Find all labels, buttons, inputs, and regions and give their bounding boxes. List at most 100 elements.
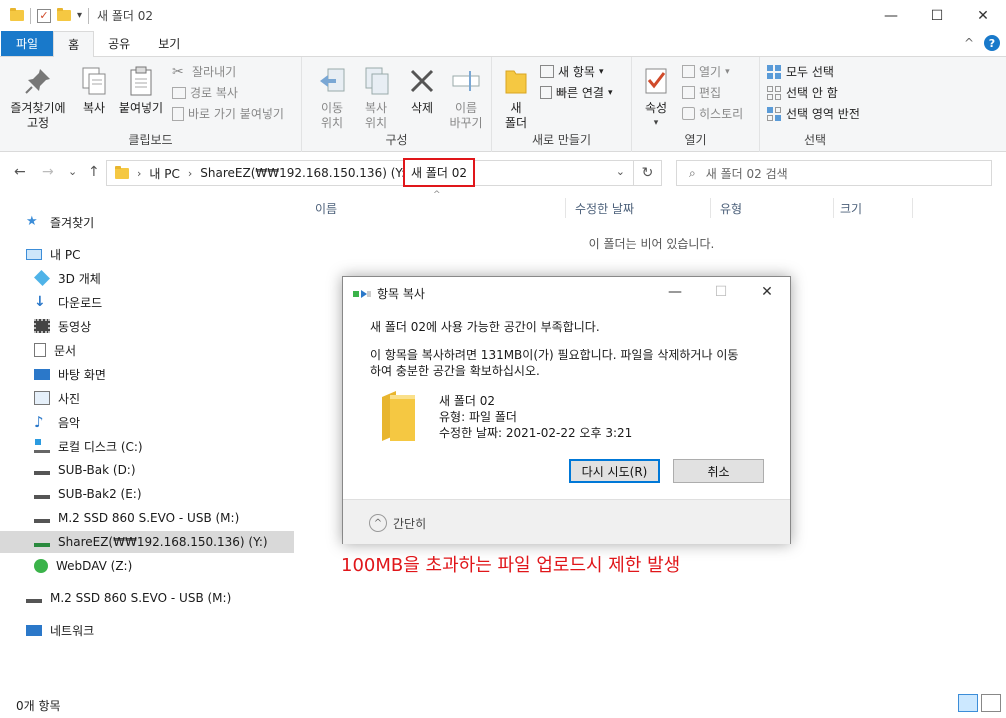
move-to-button[interactable]: 이동 위치 (312, 65, 352, 131)
sidebar-item-favorites[interactable]: ★ 즐겨찾기 (26, 211, 94, 233)
ribbon-collapse-icon[interactable]: ^ (964, 36, 974, 50)
column-divider[interactable] (565, 198, 566, 218)
clipboard-group: 즐겨찾기에 고정 복사 붙여넣기 ✂ 잘라내기 경로 복사 바로 가기 붙여넣기… (0, 57, 302, 152)
dialog-title-bar: 항목 복사 (353, 285, 425, 302)
open-button[interactable]: 열기 ▾ (682, 63, 730, 80)
sidebar-item-usb-m-root[interactable]: M.2 SSD 860 S.EVO - USB (M:) (26, 587, 231, 609)
sidebar-item-desktop[interactable]: 바탕 화면 (34, 363, 106, 385)
address-dropdown-icon[interactable]: ⌄ (616, 165, 625, 178)
dropdown-icon: ▾ (653, 118, 659, 128)
dialog-close-button[interactable]: ✕ (744, 277, 790, 307)
minimize-button[interactable]: — (868, 0, 914, 31)
tab-file[interactable]: 파일 (1, 31, 54, 56)
select-all-button[interactable]: 모두 선택 (766, 63, 834, 80)
cancel-button[interactable]: 취소 (673, 459, 764, 483)
properties-button[interactable]: 속성 ▾ (638, 65, 674, 131)
paste-button[interactable]: 붙여넣기 (116, 65, 166, 116)
window-title: 새 폴더 02 (97, 9, 154, 23)
invert-selection-label: 선택 영역 반전 (786, 107, 860, 121)
drive-icon (34, 489, 50, 499)
details-view-button[interactable] (958, 694, 978, 712)
edit-button[interactable]: 편집 (682, 84, 721, 101)
new-item-button[interactable]: 새 항목 ▾ (540, 63, 603, 80)
cut-button[interactable]: ✂ 잘라내기 (172, 63, 236, 80)
qat-dropdown-icon[interactable]: ▾ (77, 10, 82, 21)
sidebar-item-usb-m[interactable]: M.2 SSD 860 S.EVO - USB (M:) (34, 507, 239, 529)
help-icon[interactable]: ? (984, 35, 1000, 51)
sidebar-item-my-pc[interactable]: 내 PC (26, 243, 80, 265)
large-icons-view-button[interactable] (981, 694, 1001, 712)
tab-share[interactable]: 공유 (94, 31, 144, 56)
sidebar-item-webdav-z[interactable]: WebDAV (Z:) (34, 555, 132, 577)
document-icon (34, 343, 46, 357)
new-folder-button[interactable]: 새 폴더 (500, 65, 532, 131)
sidebar-item-3d-objects[interactable]: 3D 개체 (34, 267, 101, 289)
paste-shortcut-button[interactable]: 바로 가기 붙여넣기 (172, 105, 284, 122)
sidebar-item-label: 3D 개체 (58, 271, 101, 286)
sidebar-item-downloads[interactable]: ↓ 다운로드 (34, 291, 102, 313)
properties-icon[interactable]: ✓ (37, 8, 51, 23)
clipboard-group-label: 클립보드 (128, 133, 173, 147)
column-header-name[interactable]: 이름 (315, 198, 337, 218)
copy-to-label: 복사 위치 (364, 101, 388, 130)
up-button[interactable]: ↑ (88, 164, 100, 180)
dialog-item-name: 새 폴더 02 (439, 394, 496, 408)
copy-to-button[interactable]: 복사 위치 (356, 65, 396, 131)
ribbon: 즐겨찾기에 고정 복사 붙여넣기 ✂ 잘라내기 경로 복사 바로 가기 붙여넣기… (0, 57, 1006, 152)
column-divider[interactable] (710, 198, 711, 218)
quick-access-toolbar: ✓ ▾ (0, 7, 90, 24)
copy-button[interactable]: 복사 (74, 65, 114, 116)
delete-button[interactable]: 삭제 (402, 65, 442, 116)
close-icon: ✕ (761, 284, 773, 300)
new-folder-icon[interactable] (57, 8, 71, 21)
breadcrumb-current-folder[interactable]: 새 폴더 02 (403, 158, 476, 187)
tab-home[interactable]: 홈 (53, 31, 95, 57)
breadcrumb-share-drive[interactable]: ShareEZ(₩₩192.168.150.136) (Y:) (200, 166, 410, 180)
forward-button[interactable]: → (42, 164, 54, 180)
sidebar-item-network[interactable]: 네트워크 (26, 619, 94, 641)
sidebar-item-music[interactable]: ♪ 음악 (34, 411, 80, 433)
history-button[interactable]: 히스토리 (682, 105, 743, 122)
invert-selection-button[interactable]: 선택 영역 반전 (766, 105, 860, 122)
back-button[interactable]: ← (14, 164, 26, 180)
move-to-label: 이동 위치 (320, 101, 344, 130)
history-label: 히스토리 (699, 107, 744, 121)
status-bar: 0개 항목 (0, 688, 1006, 718)
pin-quick-access-button[interactable]: 즐겨찾기에 고정 (6, 65, 70, 131)
easy-access-button[interactable]: 빠른 연결 ▾ (540, 84, 613, 101)
sidebar-item-pictures[interactable]: 사진 (34, 387, 80, 409)
sidebar-item-videos[interactable]: 동영상 (34, 315, 91, 337)
pin-label: 즐겨찾기에 고정 (10, 101, 66, 130)
copy-path-button[interactable]: 경로 복사 (172, 84, 238, 101)
collapse-details-button[interactable]: ^ 간단히 (369, 514, 426, 532)
refresh-button[interactable]: ↻ (633, 161, 661, 185)
retry-button[interactable]: 다시 시도(R) (569, 459, 660, 483)
recent-locations-button[interactable]: ⌄ (68, 165, 77, 178)
sidebar-item-sub-bak-d[interactable]: SUB-Bak (D:) (34, 459, 136, 481)
tab-view[interactable]: 보기 (144, 31, 194, 56)
sidebar-item-sub-bak2-e[interactable]: SUB-Bak2 (E:) (34, 483, 142, 505)
maximize-button[interactable]: ☐ (914, 0, 960, 31)
address-box[interactable]: › 내 PC › ShareEZ(₩₩192.168.150.136) (Y:)… (106, 158, 662, 187)
sidebar-item-share-y[interactable]: ShareEZ(₩₩192.168.150.136) (Y:) (0, 531, 294, 553)
maximize-icon: ☐ (714, 284, 728, 300)
column-header-modified[interactable]: 수정한 날짜 (575, 198, 634, 218)
column-header-size[interactable]: 크기 (840, 198, 862, 218)
sidebar-item-label: M.2 SSD 860 S.EVO - USB (M:) (50, 591, 232, 605)
close-button[interactable]: ✕ (960, 0, 1006, 31)
select-none-button[interactable]: 선택 안 함 (766, 84, 838, 101)
column-divider[interactable] (912, 198, 913, 218)
sidebar-item-label: WebDAV (Z:) (56, 559, 133, 573)
column-divider[interactable] (833, 198, 834, 218)
sidebar-item-local-disk-c[interactable]: 로컬 디스크 (C:) (34, 435, 143, 457)
select-all-icon (767, 64, 781, 79)
folder-icon (10, 8, 24, 21)
paste-label: 붙여넣기 (118, 101, 164, 115)
breadcrumb-my-pc[interactable]: 내 PC (149, 165, 179, 182)
sidebar-item-documents[interactable]: 문서 (34, 339, 76, 361)
column-header-type[interactable]: 유형 (720, 198, 742, 218)
rename-button[interactable]: 이름 바꾸기 (446, 65, 486, 131)
edit-label: 편집 (699, 86, 722, 100)
search-input[interactable]: ⌕ 새 폴더 02 검색 (676, 160, 992, 186)
dialog-minimize-button[interactable]: — (652, 277, 698, 307)
